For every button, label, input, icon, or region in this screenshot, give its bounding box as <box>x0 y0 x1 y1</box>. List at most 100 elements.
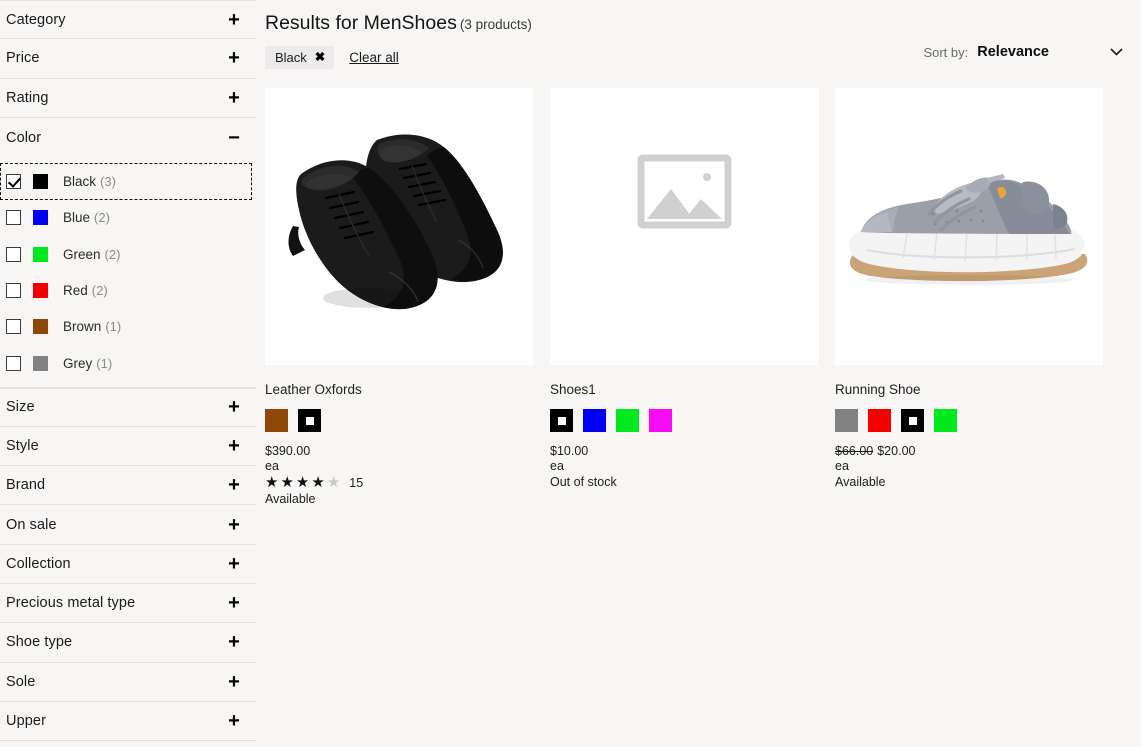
color-swatch-black <box>33 174 48 189</box>
product-rating: ★★★★★15 <box>265 475 533 490</box>
color-option-count: (2) <box>105 247 121 262</box>
product-price-current: $20.00 <box>877 444 915 458</box>
product-card[interactable]: Shoes1$10.00eaOut of stock <box>550 88 818 506</box>
facet-label: Sole <box>6 674 35 690</box>
checkbox-brown[interactable] <box>6 319 21 334</box>
product-title[interactable]: Shoes1 <box>550 382 818 397</box>
product-swatch[interactable] <box>583 409 606 432</box>
plus-icon[interactable]: + <box>226 711 242 731</box>
product-rating-count: 15 <box>349 476 363 490</box>
product-card[interactable]: Running Shoe$66.00$20.00eaAvailable <box>835 88 1103 506</box>
checkbox-green[interactable] <box>6 247 21 262</box>
color-option-brown[interactable]: Brown (1) <box>0 309 256 345</box>
color-option-red[interactable]: Red(2) <box>0 272 256 308</box>
product-image-image-placeholder <box>550 88 818 365</box>
product-swatch-selected[interactable] <box>298 409 321 432</box>
checkbox-blue[interactable] <box>6 210 21 225</box>
plus-icon[interactable]: + <box>226 397 242 417</box>
plus-icon[interactable]: + <box>226 672 242 692</box>
minus-icon[interactable]: − <box>226 128 242 148</box>
facet-label: Category <box>6 12 66 28</box>
plus-icon[interactable]: + <box>226 10 242 30</box>
plus-icon[interactable]: + <box>226 554 242 574</box>
checkbox-grey[interactable] <box>6 356 21 371</box>
sidebar-facet-price[interactable]: Price + <box>0 39 256 78</box>
product-swatch[interactable] <box>265 409 288 432</box>
sidebar-facet-category[interactable]: Category + <box>0 0 256 39</box>
product-price-current: $10.00 <box>550 444 588 458</box>
facet-label: Rating <box>6 90 49 106</box>
product-availability: Available <box>265 492 533 506</box>
facet-label: Precious metal type <box>6 595 135 611</box>
star-filled-icon: ★ <box>311 475 324 490</box>
facet-list-top: Category + Price + Rating + Color − <box>0 0 256 157</box>
sidebar-facet-shoe-type[interactable]: Shoe type + <box>0 623 256 662</box>
close-icon[interactable]: ✖ <box>315 51 325 64</box>
sidebar-facet-size[interactable]: Size + <box>0 388 256 427</box>
facet-label: Collection <box>6 556 71 572</box>
product-swatch[interactable] <box>868 409 891 432</box>
sidebar-facet-sole[interactable]: Sole + <box>0 663 256 702</box>
sidebar-facet-precious-metal-type[interactable]: Precious metal type + <box>0 584 256 623</box>
product-price-row: $10.00 <box>550 444 818 458</box>
product-title[interactable]: Running Shoe <box>835 382 1103 397</box>
results-main: Results for MenShoes(3 products) Black ✖… <box>256 0 1141 747</box>
product-color-swatches <box>265 409 533 432</box>
color-swatch-red <box>33 283 48 298</box>
product-price-row: $66.00 $20.00 <box>835 444 1103 458</box>
product-listing-page: Category + Price + Rating + Color − Black(3)Blu… <box>0 0 1141 747</box>
facet-label: Shoe type <box>6 634 72 650</box>
active-filter-chip-black[interactable]: Black ✖ <box>265 46 334 69</box>
plus-icon[interactable]: + <box>226 632 242 652</box>
color-option-green[interactable]: Green(2) <box>0 236 256 272</box>
color-option-blue[interactable]: Blue(2) <box>0 200 256 236</box>
facet-label: Color <box>6 130 41 146</box>
facet-label: Style <box>6 438 39 454</box>
plus-icon[interactable]: + <box>226 48 242 68</box>
plus-icon[interactable]: + <box>226 475 242 495</box>
plus-icon[interactable]: + <box>226 436 242 456</box>
product-swatch[interactable] <box>934 409 957 432</box>
star-filled-icon: ★ <box>265 475 278 490</box>
color-swatch-brown <box>33 319 48 334</box>
color-option-label: Brown <box>63 319 101 334</box>
product-image-running-shoe-photo <box>835 88 1103 365</box>
color-option-count: (2) <box>94 210 110 225</box>
color-option-black[interactable]: Black(3) <box>0 163 252 199</box>
plus-icon[interactable]: + <box>226 88 242 108</box>
results-count: (3 products) <box>460 17 532 32</box>
facet-label: Size <box>6 399 35 415</box>
product-card[interactable]: Leather Oxfords$390.00ea★★★★★15Available <box>265 88 533 506</box>
clear-all-link[interactable]: Clear all <box>349 50 399 65</box>
facet-label: Upper <box>6 713 46 729</box>
facet-label: Price <box>6 50 40 66</box>
color-option-count: (1) <box>105 319 121 334</box>
swatch-selected-indicator <box>306 417 314 425</box>
sidebar-facet-brand[interactable]: Brand+ <box>0 466 256 505</box>
product-price-row: $390.00 <box>265 444 533 458</box>
product-swatch[interactable] <box>835 409 858 432</box>
swatch-selected-indicator <box>909 417 917 425</box>
plus-icon[interactable]: + <box>226 593 242 613</box>
sidebar-facet-style[interactable]: Style + <box>0 427 256 466</box>
product-price-original: $66.00 <box>835 444 873 458</box>
sidebar-facet-rating[interactable]: Rating + <box>0 79 256 118</box>
product-availability: Out of stock <box>550 475 818 489</box>
checkbox-black[interactable] <box>6 174 21 189</box>
product-swatch-selected[interactable] <box>901 409 924 432</box>
sidebar-facet-collection[interactable]: Collection + <box>0 545 256 584</box>
product-swatch[interactable] <box>616 409 639 432</box>
sidebar-facet-on-sale[interactable]: On sale+ <box>0 505 256 544</box>
sort-by-dropdown[interactable]: Sort by: Relevance <box>923 44 1123 60</box>
product-title[interactable]: Leather Oxfords <box>265 382 533 397</box>
color-option-grey[interactable]: Grey(1) <box>0 345 256 381</box>
product-swatch-selected[interactable] <box>550 409 573 432</box>
sidebar-facet-upper[interactable]: Upper + <box>0 702 256 741</box>
sidebar-facet-color[interactable]: Color − <box>0 118 256 157</box>
chevron-down-icon[interactable] <box>1103 45 1123 59</box>
checkbox-red[interactable] <box>6 283 21 298</box>
product-availability: Available <box>835 475 1103 489</box>
color-option-count: (3) <box>100 174 116 189</box>
plus-icon[interactable]: + <box>226 515 242 535</box>
product-swatch[interactable] <box>649 409 672 432</box>
